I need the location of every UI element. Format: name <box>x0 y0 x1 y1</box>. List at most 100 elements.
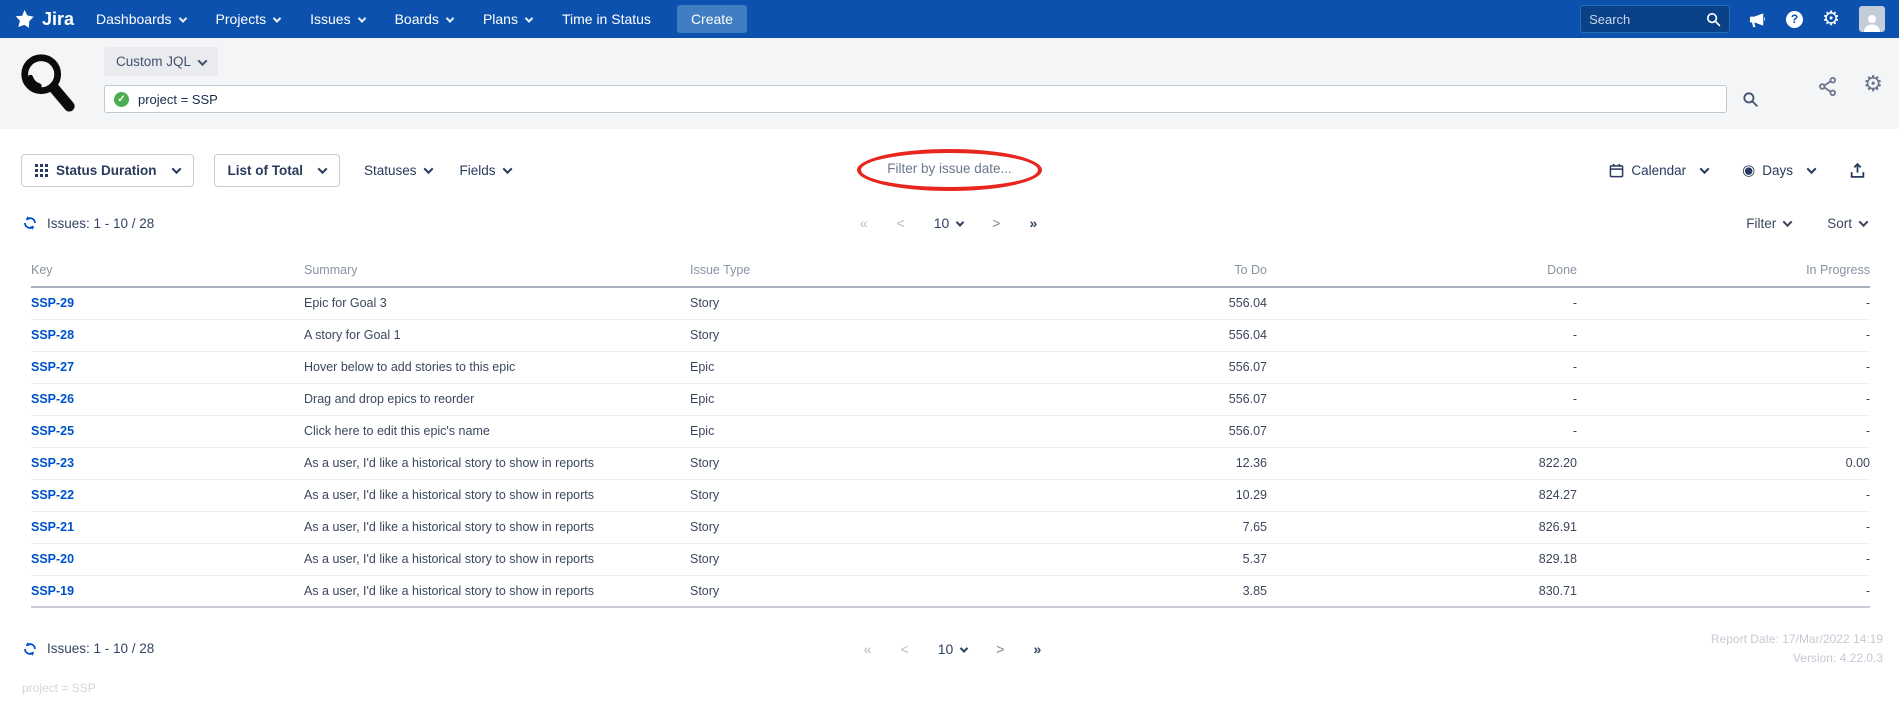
jql-search-icon[interactable] <box>1742 91 1759 108</box>
gear-icon[interactable]: ⚙ <box>1822 9 1840 29</box>
page-size-select[interactable]: 10 <box>934 215 964 231</box>
prev-page-button[interactable]: < <box>897 215 905 231</box>
table-row: SSP-29Epic for Goal 3Story556.04-- <box>31 287 1870 319</box>
first-page-button[interactable]: « <box>860 215 868 231</box>
column-header-issue-type[interactable]: Issue Type <box>690 257 955 287</box>
issue-key-cell: SSP-27 <box>31 351 304 383</box>
column-header-summary[interactable]: Summary <box>304 257 690 287</box>
issue-type: Story <box>690 447 955 479</box>
target-icon: ◉ <box>1742 163 1755 178</box>
chevron-down-icon <box>446 15 454 23</box>
create-button[interactable]: Create <box>677 5 747 33</box>
brand-label: Jira <box>42 9 74 30</box>
app: Jira Dashboards Projects Issues Boards P… <box>0 0 1899 695</box>
help-icon[interactable]: ? <box>1786 11 1803 28</box>
refresh-icon[interactable] <box>22 215 38 231</box>
jql-query-text: project = SSP <box>138 92 218 107</box>
calendar-icon <box>1609 163 1624 178</box>
fields-button[interactable]: Fields <box>456 155 515 186</box>
issue-key-link[interactable]: SSP-27 <box>31 360 74 374</box>
issue-summary: Hover below to add stories to this epic <box>304 351 690 383</box>
search-input[interactable] <box>1589 12 1706 27</box>
issue-key-link[interactable]: SSP-21 <box>31 520 74 534</box>
nav-item-projects[interactable]: Projects <box>216 11 281 27</box>
list-type-button[interactable]: List of Total <box>214 154 341 187</box>
column-header-in-progress[interactable]: In Progress <box>1577 257 1870 287</box>
issue-key-cell: SSP-23 <box>31 447 304 479</box>
query-section: Custom JQL ✓ project = SSP ⚙ <box>0 38 1899 129</box>
report-version: Version: 4.22.0.3 <box>1041 649 1883 668</box>
nav-search-box[interactable] <box>1580 5 1730 33</box>
issue-type: Story <box>690 511 955 543</box>
column-header-done[interactable]: Done <box>1267 257 1577 287</box>
table-header: Key Summary Issue Type To Do Done In Pro… <box>31 257 1870 287</box>
nav-item-plans[interactable]: Plans <box>483 11 532 27</box>
search-icon[interactable] <box>1706 12 1721 27</box>
issue-key-link[interactable]: SSP-23 <box>31 456 74 470</box>
prev-page-button[interactable]: < <box>901 641 909 657</box>
table-row: SSP-22As a user, I'd like a historical s… <box>31 479 1870 511</box>
page-size-select[interactable]: 10 <box>938 641 968 657</box>
issue-summary: A story for Goal 1 <box>304 319 690 351</box>
refresh-icon[interactable] <box>22 641 38 657</box>
last-page-button[interactable]: » <box>1029 215 1037 231</box>
report-info: Report Date: 17/Mar/2022 14:19 Version: … <box>1041 630 1883 667</box>
in-progress-value: - <box>1577 383 1870 415</box>
column-header-todo[interactable]: To Do <box>955 257 1267 287</box>
issue-key-link[interactable]: SSP-22 <box>31 488 74 502</box>
nav-item-boards[interactable]: Boards <box>395 11 453 27</box>
done-value: - <box>1267 415 1577 447</box>
issue-key-link[interactable]: SSP-26 <box>31 392 74 406</box>
todo-value: 7.65 <box>955 511 1267 543</box>
jql-mode-button[interactable]: Custom JQL <box>104 47 218 76</box>
issue-key-link[interactable]: SSP-25 <box>31 424 74 438</box>
export-icon[interactable] <box>1849 162 1866 179</box>
days-unit-button[interactable]: ◉ Days <box>1742 163 1815 178</box>
issue-key-link[interactable]: SSP-29 <box>31 296 74 310</box>
jql-echo: project = SSP <box>22 681 1899 695</box>
issue-key-link[interactable]: SSP-28 <box>31 328 74 342</box>
issues-table: Key Summary Issue Type To Do Done In Pro… <box>31 257 1870 608</box>
date-filter-field[interactable]: Filter by issue date... <box>887 161 1012 176</box>
chevron-down-icon <box>960 644 968 652</box>
nav-item-time-in-status[interactable]: Time in Status <box>562 11 651 27</box>
issue-key-cell: SSP-29 <box>31 287 304 319</box>
issue-key-link[interactable]: SSP-20 <box>31 552 74 566</box>
issue-table-body: SSP-29Epic for Goal 3Story556.04-- SSP-28… <box>31 287 1870 607</box>
report-type-button[interactable]: Status Duration <box>21 154 194 187</box>
announcement-icon[interactable] <box>1748 10 1767 29</box>
first-page-button[interactable]: « <box>864 641 872 657</box>
filter-button[interactable]: Filter <box>1746 216 1791 231</box>
next-page-button[interactable]: > <box>992 215 1000 231</box>
footer-bar: Issues: 1 - 10 / 28 « < 10 > » Report Da… <box>0 630 1899 667</box>
jql-row: ✓ project = SSP <box>104 85 1759 113</box>
pagination-top: « < 10 > » <box>860 215 1038 231</box>
jql-input[interactable]: ✓ project = SSP <box>104 85 1727 113</box>
chevron-down-icon <box>357 15 365 23</box>
issue-type: Epic <box>690 351 955 383</box>
sort-button[interactable]: Sort <box>1827 216 1867 231</box>
in-progress-value: - <box>1577 351 1870 383</box>
next-page-button[interactable]: > <box>996 641 1004 657</box>
chevron-down-icon <box>423 164 433 174</box>
nav-item-issues[interactable]: Issues <box>310 11 364 27</box>
chevron-down-icon <box>1700 164 1710 174</box>
last-page-button[interactable]: » <box>1033 641 1041 657</box>
in-progress-value: 0.00 <box>1577 447 1870 479</box>
jira-mark-icon <box>14 9 35 30</box>
table-row: SSP-25Click here to edit this epic's nam… <box>31 415 1870 447</box>
issue-type: Story <box>690 543 955 575</box>
jira-logo[interactable]: Jira <box>14 9 74 30</box>
statuses-button[interactable]: Statuses <box>360 155 436 186</box>
nav-item-dashboards[interactable]: Dashboards <box>96 11 186 27</box>
issue-key-link[interactable]: SSP-19 <box>31 584 74 598</box>
user-avatar[interactable] <box>1859 6 1885 32</box>
share-icon[interactable] <box>1817 76 1838 97</box>
chevron-down-icon <box>318 164 328 174</box>
chevron-down-icon <box>273 15 281 23</box>
settings-gear-icon[interactable]: ⚙ <box>1863 73 1883 97</box>
calendar-button[interactable]: Calendar <box>1609 163 1708 178</box>
todo-value: 12.36 <box>955 447 1267 479</box>
todo-value: 556.04 <box>955 319 1267 351</box>
column-header-key[interactable]: Key <box>31 257 304 287</box>
